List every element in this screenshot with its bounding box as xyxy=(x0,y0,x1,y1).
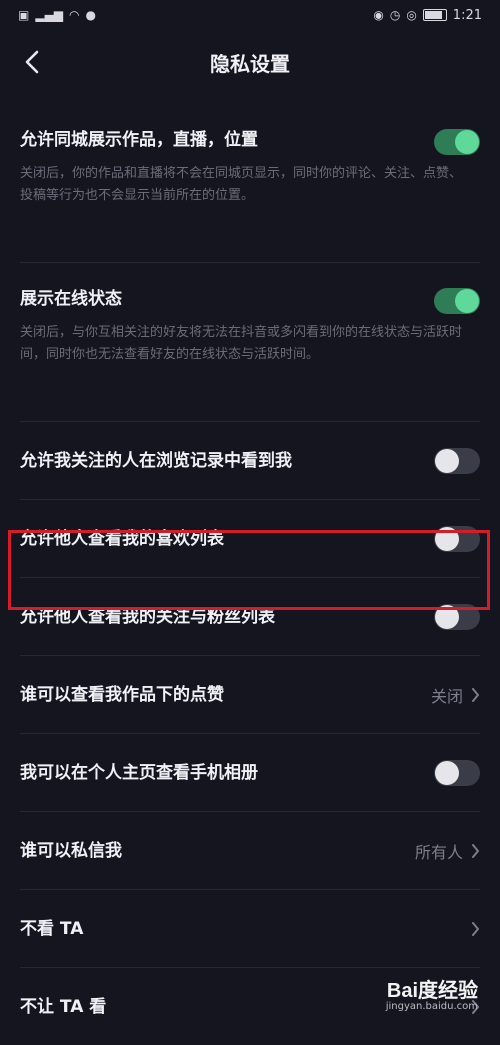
nav-bar: 隐私设置 xyxy=(0,30,500,94)
setting-row-following-fans-list: 允许他人查看我的关注与粉丝列表 xyxy=(20,578,480,656)
setting-title: 允许同城展示作品，直播，位置 xyxy=(20,130,258,150)
setting-value xyxy=(471,890,480,967)
setting-title: 谁可以私信我 xyxy=(20,840,122,861)
toggle-likes-list[interactable] xyxy=(434,526,480,552)
wifi-icon: ◠ xyxy=(69,8,80,22)
settings-list: 允许同城展示作品，直播，位置 关闭后，你的作品和直播将不会在同城页显示，同时你的… xyxy=(0,104,500,1045)
status-right-icons: ◉ ◷ ◎ 1:21 xyxy=(373,8,482,23)
setting-row-online-status: 展示在线状态 关闭后，与你互相关注的好友将无法在抖音或多闪看到你的在线状态与活跃… xyxy=(20,263,480,422)
toggle-knob xyxy=(435,527,459,551)
setting-row-likes-visibility[interactable]: 谁可以查看我作品下的点赞 关闭 xyxy=(20,656,480,734)
page-title: 隐私设置 xyxy=(210,51,290,76)
setting-title: 我可以在个人主页查看手机相册 xyxy=(20,762,258,783)
toggle-browse-history[interactable] xyxy=(434,448,480,474)
alarm-icon: ◷ xyxy=(389,8,401,22)
setting-title: 允许我关注的人在浏览记录中看到我 xyxy=(20,450,292,471)
setting-value: 关闭 xyxy=(431,656,480,733)
setting-title: 不看 TA xyxy=(20,918,84,939)
signal-icon: ▂▄▆ xyxy=(35,8,64,22)
toggle-online-status[interactable] xyxy=(434,288,480,314)
chevron-right-icon xyxy=(472,921,479,936)
toggle-knob xyxy=(455,289,479,313)
status-bar: ▣ ▂▄▆ ◠ ● ◉ ◷ ◎ 1:21 xyxy=(0,0,500,30)
setting-row-phone-album: 我可以在个人主页查看手机相册 xyxy=(20,734,480,812)
battery-icon xyxy=(422,9,447,21)
status-time: 1:21 xyxy=(452,7,482,23)
setting-title: 允许他人查看我的关注与粉丝列表 xyxy=(20,606,275,627)
eye-icon: ◉ xyxy=(373,8,384,22)
setting-row-direct-message[interactable]: 谁可以私信我 所有人 xyxy=(20,812,480,890)
toggle-knob xyxy=(435,449,459,473)
toggle-phone-album[interactable] xyxy=(434,760,480,786)
setting-row-hide-my-content[interactable]: 不让 TA 看 xyxy=(20,968,480,1045)
chevron-right-icon xyxy=(472,999,479,1014)
setting-description: 关闭后，你的作品和直播将不会在同城页显示，同时你的评论、关注、点赞、投稿等行为也… xyxy=(20,166,463,203)
setting-description: 关闭后，与你互相关注的好友将无法在抖音或多闪看到你的在线状态与活跃时间，同时你也… xyxy=(20,325,463,362)
setting-value-text: 所有人 xyxy=(414,842,463,862)
toggle-knob xyxy=(455,130,479,154)
setting-value: 所有人 xyxy=(415,812,480,889)
toggle-city-display[interactable] xyxy=(434,129,480,155)
toggle-following-fans-list[interactable] xyxy=(434,604,480,630)
chevron-right-icon xyxy=(472,687,479,702)
back-button[interactable] xyxy=(16,46,48,78)
setting-title: 不让 TA 看 xyxy=(20,996,107,1017)
sim-icon: ▣ xyxy=(18,8,30,22)
chevron-right-icon xyxy=(472,843,479,858)
location-icon: ◎ xyxy=(406,8,417,22)
setting-row-likes-list: 允许他人查看我的喜欢列表 xyxy=(20,500,480,578)
toggle-knob xyxy=(435,761,459,785)
setting-row-browse-history: 允许我关注的人在浏览记录中看到我 xyxy=(20,422,480,500)
setting-title: 展示在线状态 xyxy=(20,289,122,309)
setting-value xyxy=(471,968,480,1045)
chevron-left-icon xyxy=(25,50,39,74)
setting-row-hide-their-content[interactable]: 不看 TA xyxy=(20,890,480,968)
setting-value-text: 关闭 xyxy=(430,686,463,706)
message-icon: ● xyxy=(85,8,96,22)
setting-title: 谁可以查看我作品下的点赞 xyxy=(20,684,224,705)
status-left-icons: ▣ ▂▄▆ ◠ ● xyxy=(18,8,96,22)
toggle-knob xyxy=(435,605,459,629)
setting-row-city-display: 允许同城展示作品，直播，位置 关闭后，你的作品和直播将不会在同城页显示，同时你的… xyxy=(20,104,480,263)
setting-title: 允许他人查看我的喜欢列表 xyxy=(20,528,224,549)
